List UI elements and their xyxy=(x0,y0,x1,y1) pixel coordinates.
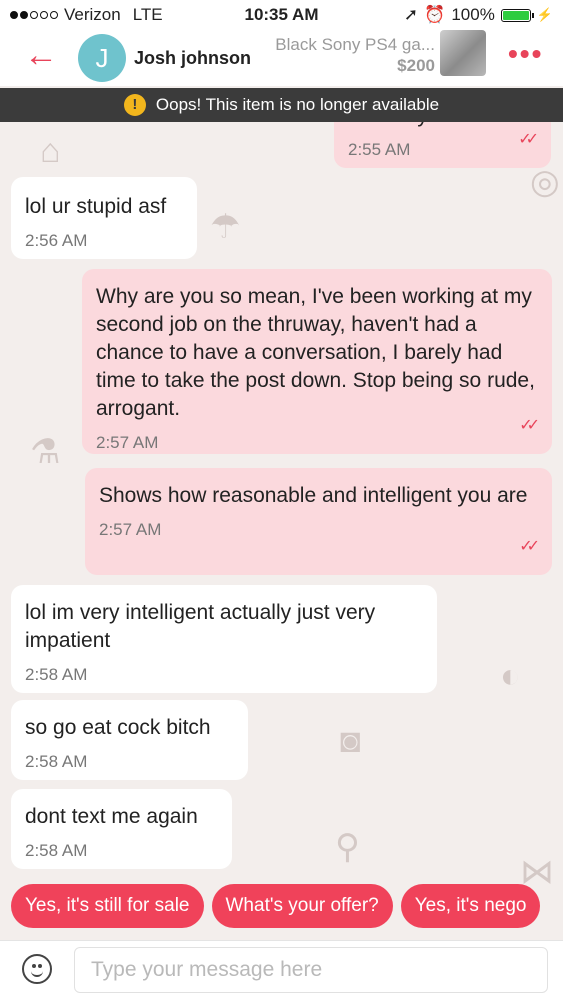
camera-doodle-icon: ◎ xyxy=(530,163,560,201)
charging-icon: ⚡ xyxy=(536,7,553,22)
helmet-doodle-icon: ◐ xyxy=(500,657,521,695)
incoming-message[interactable]: so go eat cock bitch 2:58 AM xyxy=(11,700,248,780)
message-input[interactable] xyxy=(74,947,548,993)
bottle-doodle-icon: ⚗ xyxy=(30,433,61,471)
message-time: 2:57 AM xyxy=(99,520,162,539)
message-time: 2:58 AM xyxy=(25,841,88,860)
message-time: 2:56 AM xyxy=(25,231,88,250)
incoming-message[interactable]: lol im very intelligent actually just ve… xyxy=(11,585,437,693)
bicycle-doodle-icon: ⚲ xyxy=(335,828,360,866)
alarm-icon: ⏰ xyxy=(424,5,446,24)
message-text: so go eat cock bitch xyxy=(25,716,211,739)
battery-icon xyxy=(500,8,534,22)
message-time: 2:57 AM xyxy=(96,433,159,452)
read-receipt-icon: ✓✓ xyxy=(519,538,540,555)
warning-icon: ! xyxy=(123,94,146,116)
read-receipt-icon: ✓✓ xyxy=(518,131,539,148)
incoming-message[interactable]: lol ur stupid asf 2:56 AM xyxy=(11,177,197,259)
quick-reply-negotiable[interactable]: Yes, it's nego xyxy=(400,884,541,928)
outgoing-message[interactable]: Shows how reasonable and intelligent you… xyxy=(85,468,552,575)
contact-name[interactable]: Josh johnson xyxy=(134,48,251,69)
message-composer xyxy=(0,940,563,1000)
quick-reply-still-for-sale[interactable]: Yes, it's still for sale xyxy=(11,884,204,928)
message-time: 2:58 AM xyxy=(25,752,88,771)
message-text: Shows how reasonable and intelligent you… xyxy=(99,484,528,507)
camera-doodle-icon: ◙ xyxy=(340,722,361,760)
location-icon: ➚ xyxy=(403,5,419,24)
unavailable-banner: ! Oops! This item is no longer available xyxy=(0,88,563,122)
chat-header: ← J Josh johnson Black Sony PS4 ga... $2… xyxy=(0,30,563,86)
battery-percent: 100% xyxy=(451,5,495,24)
banner-text: Oops! This item is no longer available xyxy=(155,95,440,114)
incoming-message[interactable]: dont text me again 2:58 AM xyxy=(11,789,232,869)
emoji-icon[interactable] xyxy=(22,954,52,984)
read-receipt-icon: ✓✓ xyxy=(519,417,540,434)
quick-replies: Yes, it's still for sale What's your off… xyxy=(0,884,563,934)
message-text: dont text me again xyxy=(25,805,198,828)
message-text: lol im very intelligent actually just ve… xyxy=(25,601,376,652)
message-text: lol ur stupid asf xyxy=(25,195,167,218)
message-list[interactable]: ⌂ ◎ ☂ ⚗ ◐ ◙ ⚲ ⋈ What's your offer? 2:55 … xyxy=(0,122,563,940)
outgoing-message[interactable]: What's your offer? 2:55 AM ✓✓ xyxy=(334,122,551,168)
back-arrow-icon[interactable]: ← xyxy=(24,38,60,72)
more-options-icon[interactable]: ••• xyxy=(508,38,543,70)
umbrella-doodle-icon: ☂ xyxy=(210,208,241,246)
item-thumbnail[interactable] xyxy=(440,30,486,76)
status-bar: Verizon LTE 10:35 AM ➚ ⏰ 100% ⚡ xyxy=(0,0,563,30)
message-text: What's your offer? xyxy=(348,122,537,130)
pants-doodle-icon: ⌂ xyxy=(40,132,61,170)
message-time: 2:55 AM xyxy=(348,140,411,159)
avatar[interactable]: J xyxy=(78,34,126,82)
message-text: Why are you so mean, I've been working a… xyxy=(96,285,535,420)
item-price: $200 xyxy=(397,56,435,75)
message-time: 2:58 AM xyxy=(25,665,88,684)
quick-reply-whats-your-offer[interactable]: What's your offer? xyxy=(211,884,393,928)
item-title[interactable]: Black Sony PS4 ga... xyxy=(275,35,435,55)
outgoing-message[interactable]: Why are you so mean, I've been working a… xyxy=(82,269,552,454)
